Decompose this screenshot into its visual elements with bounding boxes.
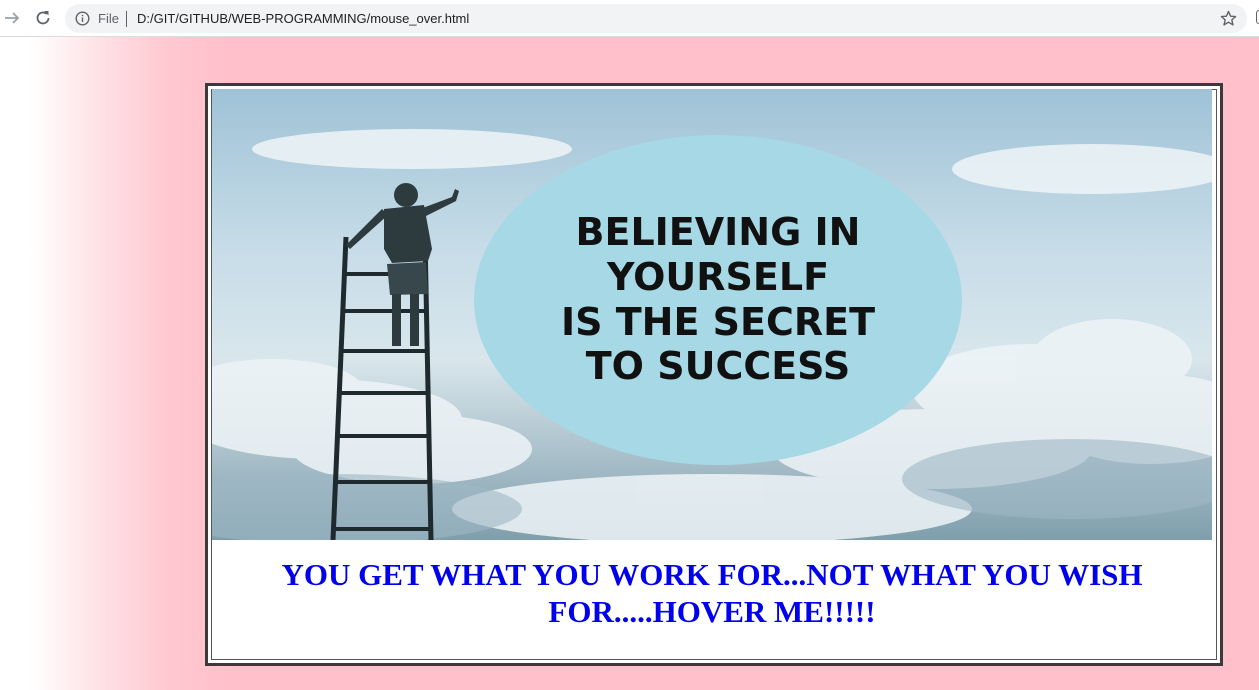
page-body: BELIEVING IN YOURSELF IS THE SECRET TO S…: [0, 37, 1259, 690]
scheme-divider: [126, 11, 127, 27]
headline-line-2: YOURSELF: [606, 255, 829, 299]
headline-line-4: TO SUCCESS: [586, 344, 850, 388]
star-icon[interactable]: [1220, 10, 1237, 27]
reload-icon: [34, 9, 52, 27]
headline-line-3: IS THE SECRET: [561, 300, 875, 344]
browser-toolbar: File D:/GIT/GITHUB/WEB-PROGRAMMING/mouse…: [0, 0, 1259, 37]
hover-quote-text[interactable]: YOU GET WHAT YOU WORK FOR...NOT WHAT YOU…: [212, 556, 1212, 630]
quote-card[interactable]: BELIEVING IN YOURSELF IS THE SECRET TO S…: [205, 83, 1223, 666]
headline-line-1: BELIEVING IN: [576, 210, 861, 254]
url-text[interactable]: D:/GIT/GITHUB/WEB-PROGRAMMING/mouse_over…: [137, 10, 469, 27]
info-icon[interactable]: [75, 11, 90, 26]
hero-image: BELIEVING IN YOURSELF IS THE SECRET TO S…: [212, 89, 1212, 540]
reload-button[interactable]: [31, 6, 55, 30]
scheme-label: File: [98, 11, 119, 26]
forward-button[interactable]: [0, 6, 24, 30]
forward-icon: [3, 9, 21, 27]
address-bar[interactable]: File D:/GIT/GITHUB/WEB-PROGRAMMING/mouse…: [65, 4, 1247, 33]
